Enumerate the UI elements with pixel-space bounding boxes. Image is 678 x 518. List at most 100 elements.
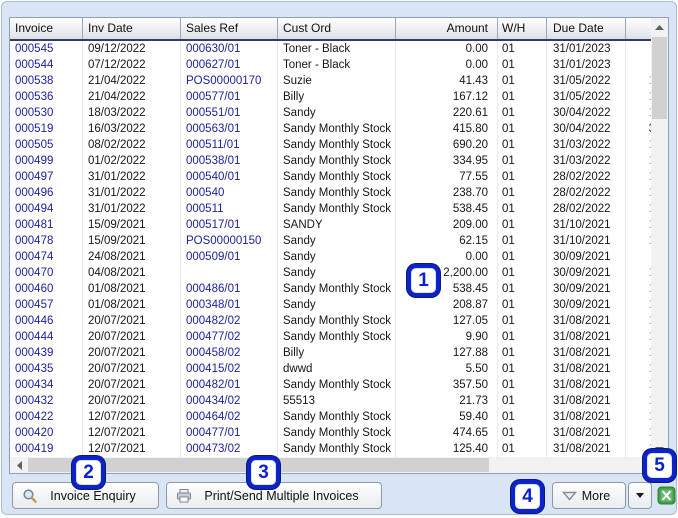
column-header-wh[interactable]: W/H xyxy=(498,18,547,39)
table-row[interactable]: 000499 01/02/2022 000538/01 Sandy Monthl… xyxy=(10,153,651,169)
table-row[interactable]: 000544 07/12/2022 000627/01 Toner - Blac… xyxy=(10,57,651,73)
sales-ref-cell: 000482/01 xyxy=(181,377,278,393)
due-date-cell: 31/10/2021 xyxy=(547,233,626,249)
wh-cell: 01 xyxy=(498,121,547,137)
sales-ref-cell xyxy=(181,265,278,281)
cust-ord-cell: Sandy Monthly Stock xyxy=(278,329,396,345)
cust-ord-cell: Suzie xyxy=(278,73,396,89)
print-send-label: Print/Send Multiple Invoices xyxy=(204,488,359,503)
invoice-cell: 000544 xyxy=(10,57,83,73)
cust-ord-cell: Sandy Monthly Stock xyxy=(278,169,396,185)
cust-ord-cell: Billy xyxy=(278,345,396,361)
invoice-cell: 000435 xyxy=(10,361,83,377)
overflow-cell: 1 xyxy=(626,89,651,105)
callout-badge-1: 1 xyxy=(407,264,440,297)
table-row[interactable]: 000496 31/01/2022 000540 Sandy Monthly S… xyxy=(10,185,651,201)
column-header-inv-date[interactable]: Inv Date xyxy=(83,18,181,39)
inv-date-cell: 18/03/2022 xyxy=(83,105,181,121)
table-row[interactable]: 000432 20/07/2021 000434/02 55513 21.73 … xyxy=(10,393,651,409)
table-row[interactable]: 000538 21/04/2022 POS00000170 Suzie 41.4… xyxy=(10,73,651,89)
wh-cell: 01 xyxy=(498,201,547,217)
invoice-cell: 000420 xyxy=(10,425,83,441)
more-button[interactable]: More xyxy=(552,482,626,509)
table-row[interactable]: 000435 20/07/2021 000415/02 dwwd 5.50 01… xyxy=(10,361,651,377)
due-date-cell: 31/03/2022 xyxy=(547,137,626,153)
export-to-excel-button[interactable] xyxy=(654,483,678,508)
sales-ref-cell: POS00000170 xyxy=(181,73,278,89)
amount-cell: 415.80 xyxy=(396,121,498,137)
sales-ref-cell: 000458/02 xyxy=(181,345,278,361)
inv-date-cell: 04/08/2021 xyxy=(83,265,181,281)
table-row[interactable]: 000474 24/08/2021 000509/01 Sandy 0.00 0… xyxy=(10,249,651,265)
amount-cell: 220.61 xyxy=(396,105,498,121)
table-row[interactable]: 000446 20/07/2021 000482/02 Sandy Monthl… xyxy=(10,313,651,329)
excel-export-icon xyxy=(657,486,676,505)
chevron-up-icon[interactable] xyxy=(652,19,667,35)
sales-ref-cell: 000538/01 xyxy=(181,153,278,169)
table-row[interactable]: 000494 31/01/2022 000511 Sandy Monthly S… xyxy=(10,201,651,217)
table-row[interactable]: 000470 04/08/2021 Sandy 2,200.00 01 30/0… xyxy=(10,265,651,281)
column-header-overflow[interactable] xyxy=(626,18,651,39)
amount-cell: 0.00 xyxy=(396,41,498,57)
cust-ord-cell: Toner - Black xyxy=(278,57,396,73)
overflow-cell: 3 xyxy=(626,121,651,137)
table-row[interactable]: 000481 15/09/2021 000517/01 SANDY 209.00… xyxy=(10,217,651,233)
table-row[interactable]: 000422 12/07/2021 000464/02 Sandy Monthl… xyxy=(10,409,651,425)
due-date-cell: 31/08/2021 xyxy=(547,409,626,425)
inv-date-cell: 12/07/2021 xyxy=(83,441,181,457)
overflow-cell: 1 xyxy=(626,217,651,233)
invoice-cell: 000460 xyxy=(10,281,83,297)
amount-cell: 62.15 xyxy=(396,233,498,249)
column-header-amount[interactable]: Amount xyxy=(396,18,498,39)
table-row[interactable]: 000505 08/02/2022 000511/01 Sandy Monthl… xyxy=(10,137,651,153)
cust-ord-cell: Sandy Monthly Stock xyxy=(278,137,396,153)
callout-badge-3: 3 xyxy=(247,456,280,489)
due-date-cell: 31/01/2023 xyxy=(547,41,626,57)
column-header-due-date[interactable]: Due Date xyxy=(547,18,626,39)
column-header-cust-ord[interactable]: Cust Ord xyxy=(278,18,396,39)
sales-ref-cell: 000434/02 xyxy=(181,393,278,409)
inv-date-cell: 31/01/2022 xyxy=(83,201,181,217)
inv-date-cell: 20/07/2021 xyxy=(83,361,181,377)
inv-date-cell: 07/12/2022 xyxy=(83,57,181,73)
overflow-cell: 1 xyxy=(626,425,651,441)
wh-cell: 01 xyxy=(498,137,547,153)
callout-badge-4: 4 xyxy=(511,480,544,513)
column-header-sales-ref[interactable]: Sales Ref xyxy=(181,18,278,39)
table-row[interactable]: 000478 15/09/2021 POS00000150 Sandy 62.1… xyxy=(10,233,651,249)
chevron-left-icon[interactable] xyxy=(11,458,27,472)
table-row[interactable]: 000419 12/07/2021 000473/02 Sandy Monthl… xyxy=(10,441,651,457)
invoice-cell: 000419 xyxy=(10,441,83,457)
table-row[interactable]: 000497 31/01/2022 000540/01 Sandy Monthl… xyxy=(10,169,651,185)
table-row[interactable]: 000434 20/07/2021 000482/01 Sandy Monthl… xyxy=(10,377,651,393)
printer-icon xyxy=(176,488,192,504)
wh-cell: 01 xyxy=(498,41,547,57)
horizontal-scrollbar[interactable] xyxy=(10,457,651,473)
wh-cell: 01 xyxy=(498,345,547,361)
invoice-cell: 000497 xyxy=(10,169,83,185)
sales-ref-cell: 000415/02 xyxy=(181,361,278,377)
table-row[interactable]: 000519 16/03/2022 000563/01 Sandy Monthl… xyxy=(10,121,651,137)
vertical-scrollbar[interactable] xyxy=(651,18,668,457)
sales-ref-cell: POS00000150 xyxy=(181,233,278,249)
table-row[interactable]: 000457 01/08/2021 000348/01 Sandy 208.87… xyxy=(10,297,651,313)
overflow-cell: 1 xyxy=(626,377,651,393)
table-row[interactable]: 000420 12/07/2021 000477/01 Sandy Monthl… xyxy=(10,425,651,441)
table-row[interactable]: 000536 21/04/2022 000577/01 Billy 167.12… xyxy=(10,89,651,105)
table-row[interactable]: 000439 20/07/2021 000458/02 Billy 127.88… xyxy=(10,345,651,361)
table-row[interactable]: 000530 18/03/2022 000551/01 Sandy 220.61… xyxy=(10,105,651,121)
column-header-invoice[interactable]: Invoice xyxy=(10,18,83,39)
table-row[interactable]: 000460 01/08/2021 000486/01 Sandy Monthl… xyxy=(10,281,651,297)
invoice-cell: 000536 xyxy=(10,89,83,105)
inv-date-cell: 01/02/2022 xyxy=(83,153,181,169)
table-row[interactable]: 000545 09/12/2022 000630/01 Toner - Blac… xyxy=(10,41,651,57)
inv-date-cell: 12/07/2021 xyxy=(83,409,181,425)
more-menu-button[interactable] xyxy=(628,482,652,509)
amount-cell: 538.45 xyxy=(396,201,498,217)
wh-cell: 01 xyxy=(498,185,547,201)
sales-ref-cell: 000509/01 xyxy=(181,249,278,265)
table-row[interactable]: 000444 20/07/2021 000477/02 Sandy Monthl… xyxy=(10,329,651,345)
cust-ord-cell: Sandy Monthly Stock xyxy=(278,409,396,425)
vertical-scrollbar-thumb[interactable] xyxy=(652,37,667,119)
overflow-cell xyxy=(626,41,651,57)
